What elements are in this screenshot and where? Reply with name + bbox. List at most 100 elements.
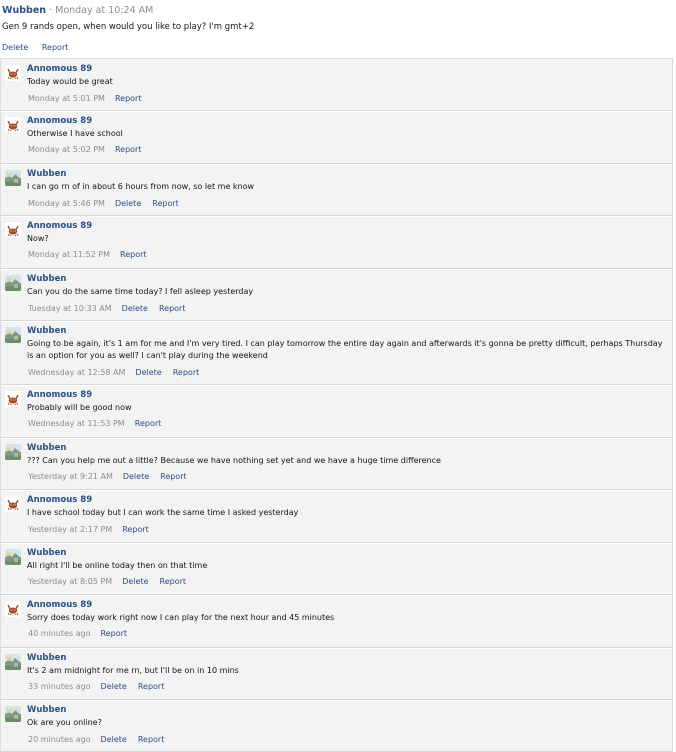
- post-delete-link[interactable]: Delete: [2, 43, 28, 52]
- comment-report-link[interactable]: Report: [135, 419, 162, 428]
- landscape-avatar-icon: [5, 444, 21, 460]
- comment-timestamp[interactable]: 20 minutes ago: [28, 735, 91, 744]
- comment-delete-link[interactable]: Delete: [122, 304, 148, 313]
- comment-report-link[interactable]: Report: [115, 94, 142, 103]
- avatar[interactable]: [5, 65, 21, 81]
- comment-actions: 33 minutes ago Delete Report: [28, 681, 175, 692]
- comment-report-link[interactable]: Report: [122, 525, 149, 534]
- comment-actions: Wednesday at 11:53 PM Report: [28, 418, 172, 429]
- post-timestamp[interactable]: Monday at 10:24 AM: [55, 5, 153, 16]
- comment-timestamp[interactable]: Yesterday at 9:21 AM: [28, 472, 113, 481]
- comment-author[interactable]: Annomous 89: [27, 221, 92, 232]
- comment-timestamp[interactable]: Yesterday at 2:17 PM: [28, 525, 112, 534]
- comment-delete-link[interactable]: Delete: [101, 682, 127, 691]
- comment-report-link[interactable]: Report: [173, 368, 200, 377]
- comment-actions: 40 minutes ago Report: [28, 628, 138, 639]
- post-actions: Delete Report: [2, 42, 79, 53]
- comment-timestamp[interactable]: Wednesday at 11:53 PM: [28, 419, 125, 428]
- comment-item: Wubben It's 2 am midnight for me rn, but …: [1, 648, 672, 700]
- landscape-avatar-icon: [5, 275, 21, 291]
- avatar[interactable]: [5, 444, 21, 460]
- comment-delete-link[interactable]: Delete: [122, 577, 148, 586]
- comment-report-link[interactable]: Report: [160, 577, 187, 586]
- crab-avatar-icon: [5, 496, 21, 512]
- comment-item: Wubben ??? Can you help me out a little? …: [1, 438, 672, 490]
- comment-report-link[interactable]: Report: [138, 735, 165, 744]
- comment-author[interactable]: Wubben: [27, 326, 66, 337]
- comment-actions: Monday at 11:52 PM Report: [28, 249, 158, 260]
- comment-author[interactable]: Annomous 89: [27, 116, 92, 127]
- comment-timestamp[interactable]: 40 minutes ago: [28, 629, 91, 638]
- comment-delete-link[interactable]: Delete: [123, 472, 149, 481]
- avatar[interactable]: [5, 496, 21, 512]
- comment-author[interactable]: Annomous 89: [27, 64, 92, 75]
- comment-actions: 20 minutes ago Delete Report: [28, 734, 175, 745]
- comment-item: Wubben Going to be again, it's 1 am for m…: [1, 321, 672, 385]
- comment-report-link[interactable]: Report: [120, 250, 147, 259]
- post-separator: ·: [49, 5, 53, 16]
- comment-author[interactable]: Wubben: [27, 653, 66, 664]
- comment-delete-link[interactable]: Delete: [101, 735, 127, 744]
- comment-author[interactable]: Annomous 89: [27, 390, 92, 401]
- comment-delete-link[interactable]: Delete: [135, 368, 161, 377]
- comment-delete-link[interactable]: Delete: [115, 199, 141, 208]
- avatar[interactable]: [5, 117, 21, 133]
- comment-report-link[interactable]: Report: [101, 629, 128, 638]
- comment-author[interactable]: Wubben: [27, 274, 66, 285]
- comment-item: Annomous 89 Otherwise I have school Monday…: [1, 111, 672, 164]
- comment-report-link[interactable]: Report: [152, 199, 179, 208]
- comment-text: I can go rn of in about 6 hours from now…: [27, 182, 255, 191]
- comment-author[interactable]: Wubben: [27, 169, 66, 180]
- comment-timestamp[interactable]: Monday at 5:46 PM: [28, 199, 105, 208]
- comment-author[interactable]: Annomous 89: [27, 600, 92, 611]
- comment-actions: Monday at 5:46 PM Delete Report: [28, 198, 190, 209]
- landscape-avatar-icon: [5, 654, 21, 670]
- comment-item: Annomous 89 Sorry does today work right n…: [1, 595, 672, 648]
- landscape-avatar-icon: [5, 549, 21, 565]
- post-author[interactable]: Wubben: [2, 5, 46, 16]
- comment-author[interactable]: Wubben: [27, 443, 66, 454]
- comment-text: All right I'll be online today then on t…: [27, 561, 208, 570]
- avatar[interactable]: [5, 706, 21, 722]
- comment-timestamp[interactable]: Monday at 5:02 PM: [28, 145, 105, 154]
- comment-text: Can you do the same time today? I fell a…: [27, 287, 254, 296]
- comment-item: Wubben Can you do the same time today? I …: [1, 269, 672, 321]
- comment-item: Wubben All right I'll be online today the…: [1, 543, 672, 595]
- comment-item: Wubben I can go rn of in about 6 hours fr…: [1, 164, 672, 216]
- crab-avatar-icon: [5, 117, 21, 133]
- comment-timestamp[interactable]: Yesterday at 8:05 PM: [28, 577, 112, 586]
- avatar[interactable]: [5, 601, 21, 617]
- comment-text: Otherwise I have school: [27, 129, 123, 138]
- comment-timestamp[interactable]: Wednesday at 12:58 AM: [28, 368, 125, 377]
- comment-text: Today would be great: [27, 77, 113, 86]
- comment-author[interactable]: Wubben: [27, 548, 66, 559]
- comment-report-link[interactable]: Report: [138, 682, 165, 691]
- comment-list: Annomous 89 Today would be great Monday at…: [0, 58, 673, 752]
- comment-actions: Wednesday at 12:58 AM Delete Report: [28, 367, 210, 378]
- comment-text: Now?: [27, 234, 49, 243]
- avatar[interactable]: [5, 654, 21, 670]
- comment-actions: Yesterday at 9:21 AM Delete Report: [28, 471, 198, 482]
- avatar[interactable]: [5, 275, 21, 291]
- avatar[interactable]: [5, 549, 21, 565]
- comment-report-link[interactable]: Report: [160, 472, 187, 481]
- avatar[interactable]: [5, 222, 21, 238]
- comment-report-link[interactable]: Report: [115, 145, 142, 154]
- comment-actions: Monday at 5:02 PM Report: [28, 144, 152, 155]
- comment-author[interactable]: Annomous 89: [27, 495, 92, 506]
- comment-item: Annomous 89 Today would be great Monday at…: [1, 59, 672, 111]
- comment-author[interactable]: Wubben: [27, 705, 66, 716]
- comment-report-link[interactable]: Report: [159, 304, 186, 313]
- comment-timestamp[interactable]: 33 minutes ago: [28, 682, 91, 691]
- comment-timestamp[interactable]: Tuesday at 10:33 AM: [28, 304, 112, 313]
- avatar[interactable]: [5, 327, 21, 343]
- comment-text: I have school today but I can work the s…: [27, 508, 299, 517]
- avatar[interactable]: [5, 170, 21, 186]
- comment-text: ??? Can you help me out a little? Becaus…: [27, 456, 441, 465]
- post-report-link[interactable]: Report: [42, 43, 69, 52]
- comment-timestamp[interactable]: Monday at 11:52 PM: [28, 250, 110, 259]
- avatar[interactable]: [5, 391, 21, 407]
- comment-timestamp[interactable]: Monday at 5:01 PM: [28, 94, 105, 103]
- comment-item: Wubben Ok are you online? 20 minutes ago De…: [1, 700, 672, 752]
- landscape-avatar-icon: [5, 327, 21, 343]
